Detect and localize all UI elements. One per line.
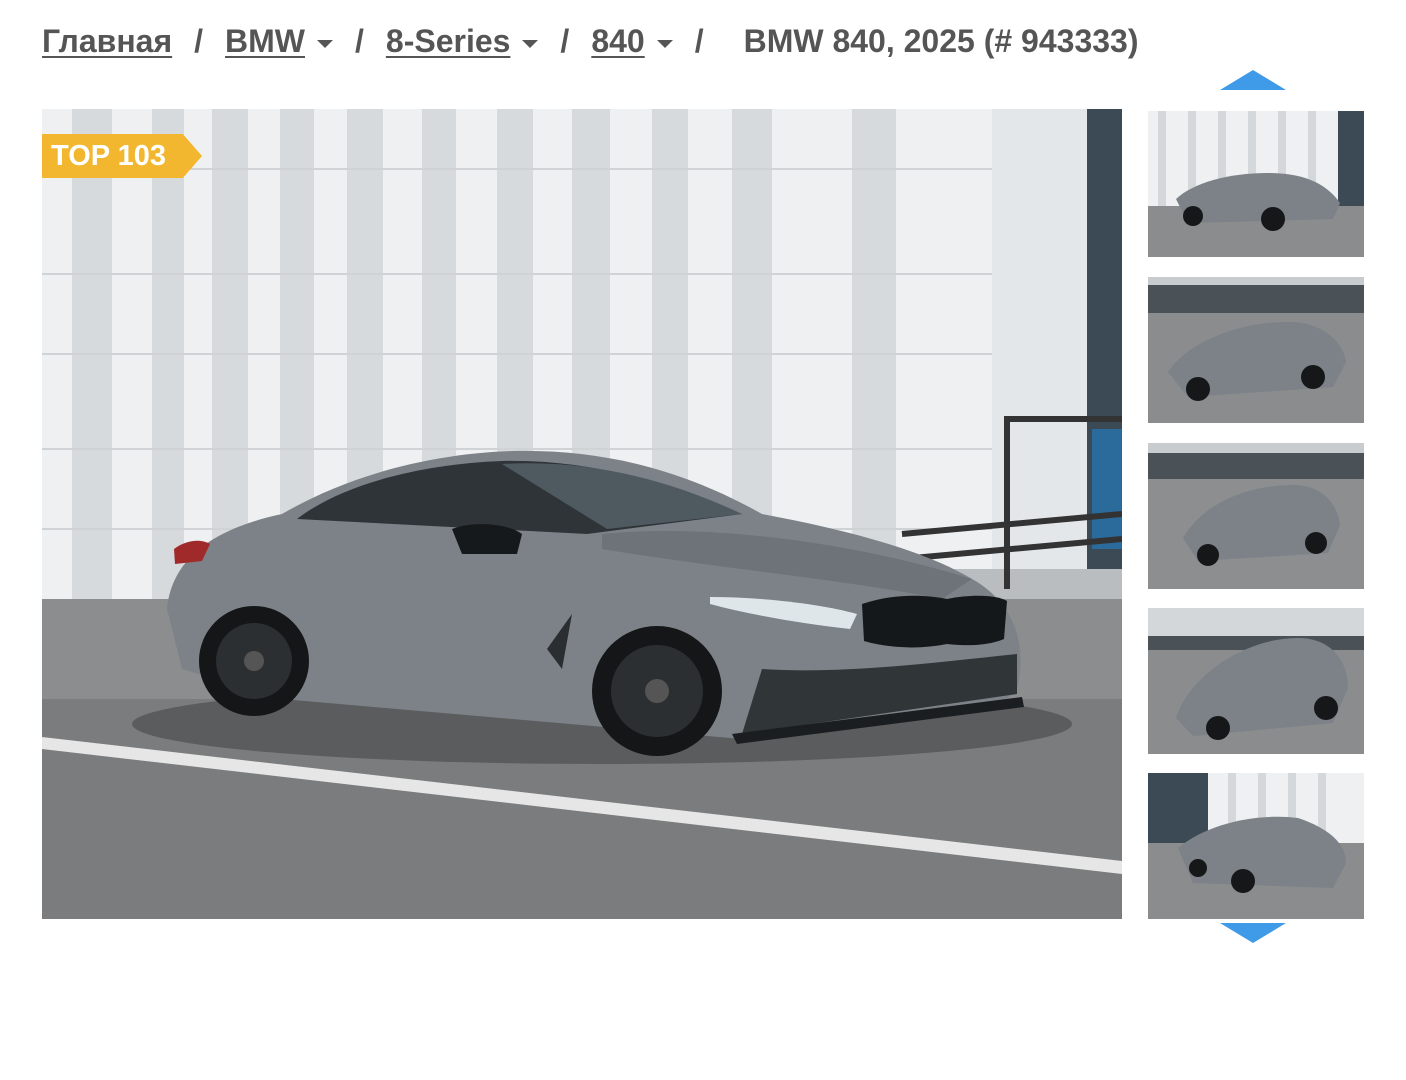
chevron-down-icon[interactable] — [317, 40, 333, 48]
thumbnail-3[interactable] — [1148, 443, 1364, 589]
breadcrumb-separator: / — [355, 22, 364, 59]
breadcrumb-brand-link[interactable]: BMW — [225, 23, 305, 60]
page-title: BMW 840, 2025 (# 943333) — [743, 22, 1139, 59]
breadcrumb-separator: / — [694, 22, 704, 59]
thumbnails-scroll-up-icon[interactable] — [1220, 70, 1286, 90]
thumbnail-4[interactable] — [1148, 608, 1364, 754]
thumbnail-image — [1148, 111, 1364, 257]
thumbnail-image — [1148, 277, 1364, 423]
chevron-down-icon[interactable] — [656, 40, 673, 48]
thumbnail-image — [1148, 773, 1364, 919]
thumbnail-image — [1148, 608, 1364, 754]
thumbnail-2[interactable] — [1148, 277, 1364, 423]
breadcrumb-series-link[interactable]: 8-Series — [386, 23, 511, 60]
chevron-down-icon[interactable] — [522, 40, 539, 48]
car-photo-illustration — [42, 109, 1122, 919]
breadcrumb-separator: / — [194, 22, 204, 59]
breadcrumb: Главная / BMW / 8-Series / 840 / BMW 840… — [42, 18, 1138, 64]
thumbnails-scroll-down-icon[interactable] — [1220, 923, 1286, 943]
thumbnail-5[interactable] — [1148, 773, 1364, 919]
main-photo[interactable] — [42, 109, 1122, 919]
thumbnail-1[interactable] — [1148, 111, 1364, 257]
breadcrumb-home-link[interactable]: Главная — [42, 23, 172, 60]
breadcrumb-separator: / — [560, 22, 570, 59]
breadcrumb-model-link[interactable]: 840 — [591, 23, 644, 60]
thumbnail-image — [1148, 443, 1364, 589]
top-rank-badge: TOP 103 — [42, 134, 202, 178]
